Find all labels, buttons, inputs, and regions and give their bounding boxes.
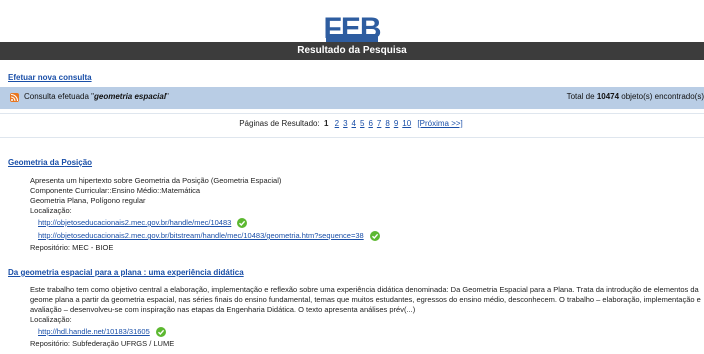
result-keywords-line: Geometria Plana, Polígono regular <box>30 196 146 205</box>
rss-icon[interactable] <box>10 93 19 102</box>
page-link-10[interactable]: 10 <box>402 119 411 128</box>
result-link[interactable]: http://objetoseducacionais2.mec.gov.br/b… <box>38 231 364 240</box>
page-link-8[interactable]: 8 <box>385 119 389 128</box>
result-description: Este trabalho tem como objetivo central … <box>30 285 701 314</box>
result-title-2[interactable]: Da geometria espacial para a plana : uma… <box>8 268 244 277</box>
page-link-9[interactable]: 9 <box>394 119 398 128</box>
query-summary-bar: Consulta efetuada "geometria espacial" T… <box>0 87 704 109</box>
total-count: 10474 <box>596 92 620 101</box>
feb-logo: FEB <box>312 12 392 42</box>
result-link[interactable]: http://objetoseducacionais2.mec.gov.br/h… <box>38 218 231 227</box>
check-circle-icon <box>237 218 248 229</box>
result-subject-line: Componente Curricular::Ensino Médio::Mat… <box>30 186 201 195</box>
next-page-link[interactable]: [Próxima >>] <box>417 119 462 128</box>
page-title: Resultado da Pesquisa <box>0 42 704 60</box>
page-link-6[interactable]: 6 <box>368 119 372 128</box>
check-circle-icon <box>155 327 166 338</box>
logo-bar: FEB <box>0 0 704 42</box>
result-body-2: Este trabalho tem como objetivo central … <box>30 285 704 349</box>
query-text: Consulta efetuada "geometria espacial" <box>24 92 169 101</box>
result-title-1[interactable]: Geometria da Posição <box>8 158 92 167</box>
result-description-line: Apresenta um hipertexto sobre Geometria … <box>30 176 282 185</box>
result-repository: Repositório: Subfederação UFRGS / LUME <box>30 339 175 349</box>
result-location-label: Localização: <box>30 315 72 324</box>
total-count-text: Total de 10474 objeto(s) encontrado(s) <box>566 92 704 101</box>
result-location-label: Localização: <box>30 206 72 215</box>
page-link-7[interactable]: 7 <box>377 119 381 128</box>
page-link-4[interactable]: 4 <box>352 119 356 128</box>
check-circle-icon <box>369 231 380 242</box>
result-link[interactable]: http://hdl.handle.net/10183/31605 <box>38 327 150 336</box>
page-link-2[interactable]: 2 <box>335 119 339 128</box>
page-link-3[interactable]: 3 <box>343 119 347 128</box>
result-body-1: Apresenta um hipertexto sobre Geometria … <box>30 176 380 253</box>
pagination: Páginas de Resultado: 1 2 3 4 5 6 7 8 9 10 [Próx… <box>0 119 704 128</box>
page-current: 1 <box>323 119 329 128</box>
pagination-label: Páginas de Resultado: <box>239 119 320 128</box>
divider <box>0 113 704 114</box>
query-term: geometria espacial <box>94 92 167 101</box>
divider <box>0 137 704 138</box>
result-repository: Repositório: MEC - BIOE <box>30 243 114 253</box>
page-link-5[interactable]: 5 <box>360 119 364 128</box>
new-query-link[interactable]: Efetuar nova consulta <box>8 73 92 82</box>
